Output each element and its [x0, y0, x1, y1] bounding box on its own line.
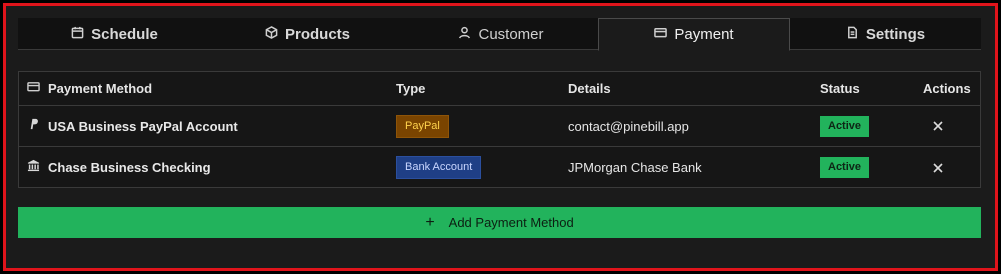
method-details: JPMorgan Chase Bank	[568, 160, 702, 175]
tab-label: Customer	[478, 25, 544, 43]
plus-icon: +	[425, 213, 435, 231]
paypal-icon	[27, 117, 40, 135]
card-icon	[27, 80, 40, 98]
table-row[interactable]: Chase Business Checking Bank Account JPM…	[19, 147, 980, 188]
document-icon	[846, 26, 859, 43]
method-name: Chase Business Checking	[48, 160, 211, 175]
type-badge: Bank Account	[396, 156, 482, 179]
close-icon	[932, 119, 944, 136]
add-button-label: Add Payment Method	[448, 215, 574, 230]
payment-methods-table: Payment Method Type Details Status Actio…	[18, 71, 981, 188]
tab-label: Settings	[865, 25, 926, 43]
tab-label: Products	[284, 25, 350, 43]
remove-button[interactable]	[932, 119, 946, 133]
user-icon	[458, 26, 471, 43]
calendar-icon	[71, 26, 84, 43]
tab-payment[interactable]: Payment	[598, 18, 790, 51]
header-payment-method: Payment Method	[27, 80, 152, 98]
header-details: Details	[568, 81, 611, 96]
add-payment-method-button[interactable]: + Add Payment Method	[18, 207, 981, 238]
header-actions: Actions	[923, 81, 971, 96]
close-icon	[932, 161, 944, 178]
status-badge: Active	[820, 115, 870, 137]
method-details: contact@pinebill.app	[568, 118, 689, 134]
header-type: Type	[396, 81, 426, 96]
tab-bar: Schedule Products Customer Payment Setti…	[18, 18, 981, 51]
tab-customer[interactable]: Customer	[404, 18, 598, 50]
bank-icon	[27, 159, 40, 177]
card-icon	[654, 26, 668, 43]
table-row[interactable]: USA Business PayPal Account PayPal conta…	[19, 106, 980, 147]
tab-products[interactable]: Products	[211, 18, 404, 50]
box-icon	[265, 25, 278, 43]
tab-label: Schedule	[91, 25, 158, 43]
type-badge: PayPal	[396, 114, 449, 138]
header-status: Status	[820, 81, 860, 96]
tab-label: Payment	[674, 26, 734, 43]
tab-settings[interactable]: Settings	[790, 18, 981, 50]
method-name: USA Business PayPal Account	[48, 118, 238, 134]
remove-button[interactable]	[932, 161, 946, 175]
tab-schedule[interactable]: Schedule	[18, 18, 211, 50]
status-badge: Active	[820, 157, 870, 178]
table-header: Payment Method Type Details Status Actio…	[19, 72, 980, 106]
